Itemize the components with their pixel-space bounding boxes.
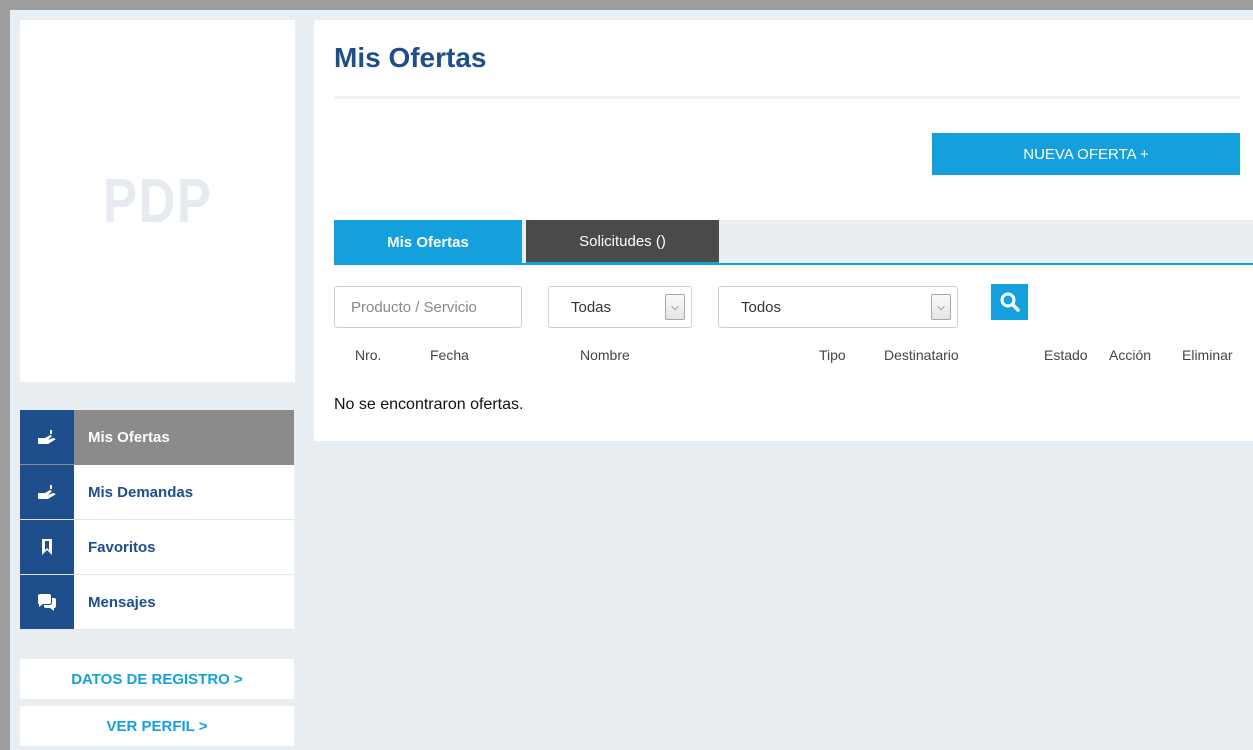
sidebar-item-label: Mis Ofertas — [74, 410, 294, 464]
column-header-estado: Estado — [1044, 347, 1088, 363]
type-select-value: Todos — [741, 298, 782, 316]
new-offer-button[interactable]: NUEVA OFERTA + — [932, 133, 1240, 175]
logo-text: PDP — [102, 166, 213, 236]
ver-perfil-link[interactable]: VER PERFIL > — [20, 706, 294, 746]
profile-logo-box: PDP — [20, 20, 295, 382]
column-header-accion: Acción — [1109, 347, 1152, 363]
chevron-down-icon: ⌵ — [665, 294, 685, 320]
sidebar-item-label: Mis Demandas — [88, 483, 194, 501]
column-header-nro: Nro. — [355, 347, 382, 363]
column-header-nombre: Nombre — [580, 347, 630, 363]
search-icon — [1000, 292, 1020, 312]
tab-mis-ofertas[interactable]: Mis Ofertas — [334, 220, 522, 265]
column-header-tipo: Tipo — [819, 347, 846, 363]
main-panel: Mis Ofertas NUEVA OFERTA + Mis Ofertas S… — [314, 20, 1253, 441]
title-divider — [334, 96, 1240, 99]
tab-solicitudes[interactable]: Solicitudes () — [526, 220, 719, 265]
type-select[interactable]: Todos ⌵ — [718, 286, 958, 328]
bookmark-icon — [20, 520, 74, 574]
search-input[interactable] — [334, 286, 522, 328]
datos-registro-link[interactable]: DATOS DE REGISTRO > — [20, 659, 294, 699]
sidebar-item-mensajes[interactable]: Mensajes — [20, 575, 294, 630]
hand-offer-icon — [20, 465, 74, 519]
sidebar-item-label: Mensajes — [88, 593, 156, 611]
sidebar-item-favoritos[interactable]: Favoritos — [20, 520, 294, 575]
sidebar-item-mis-ofertas[interactable]: Mis Ofertas — [20, 410, 294, 465]
sidebar-item-mis-demandas[interactable]: Mis Demandas — [20, 465, 294, 520]
empty-message: No se encontraron ofertas. — [334, 396, 524, 413]
page-title: Mis Ofertas — [334, 42, 487, 73]
chevron-down-icon: ⌵ — [931, 294, 951, 320]
column-header-eliminar: Eliminar — [1182, 347, 1233, 363]
sidebar-nav: Mis Ofertas Mis Demandas Favoritos Mensa… — [20, 410, 294, 630]
column-header-fecha: Fecha — [430, 347, 469, 363]
category-select[interactable]: Todas ⌵ — [548, 286, 692, 328]
chat-icon — [20, 575, 74, 629]
window-frame-top — [0, 0, 1253, 10]
tabs-bar: Mis Ofertas Solicitudes () — [334, 220, 1253, 265]
hand-offer-icon — [20, 410, 74, 464]
search-button[interactable] — [991, 284, 1028, 320]
window-frame-left — [0, 0, 10, 750]
column-header-destinatario: Destinatario — [884, 347, 959, 363]
category-select-value: Todas — [571, 298, 612, 316]
sidebar-item-label: Favoritos — [88, 538, 156, 556]
